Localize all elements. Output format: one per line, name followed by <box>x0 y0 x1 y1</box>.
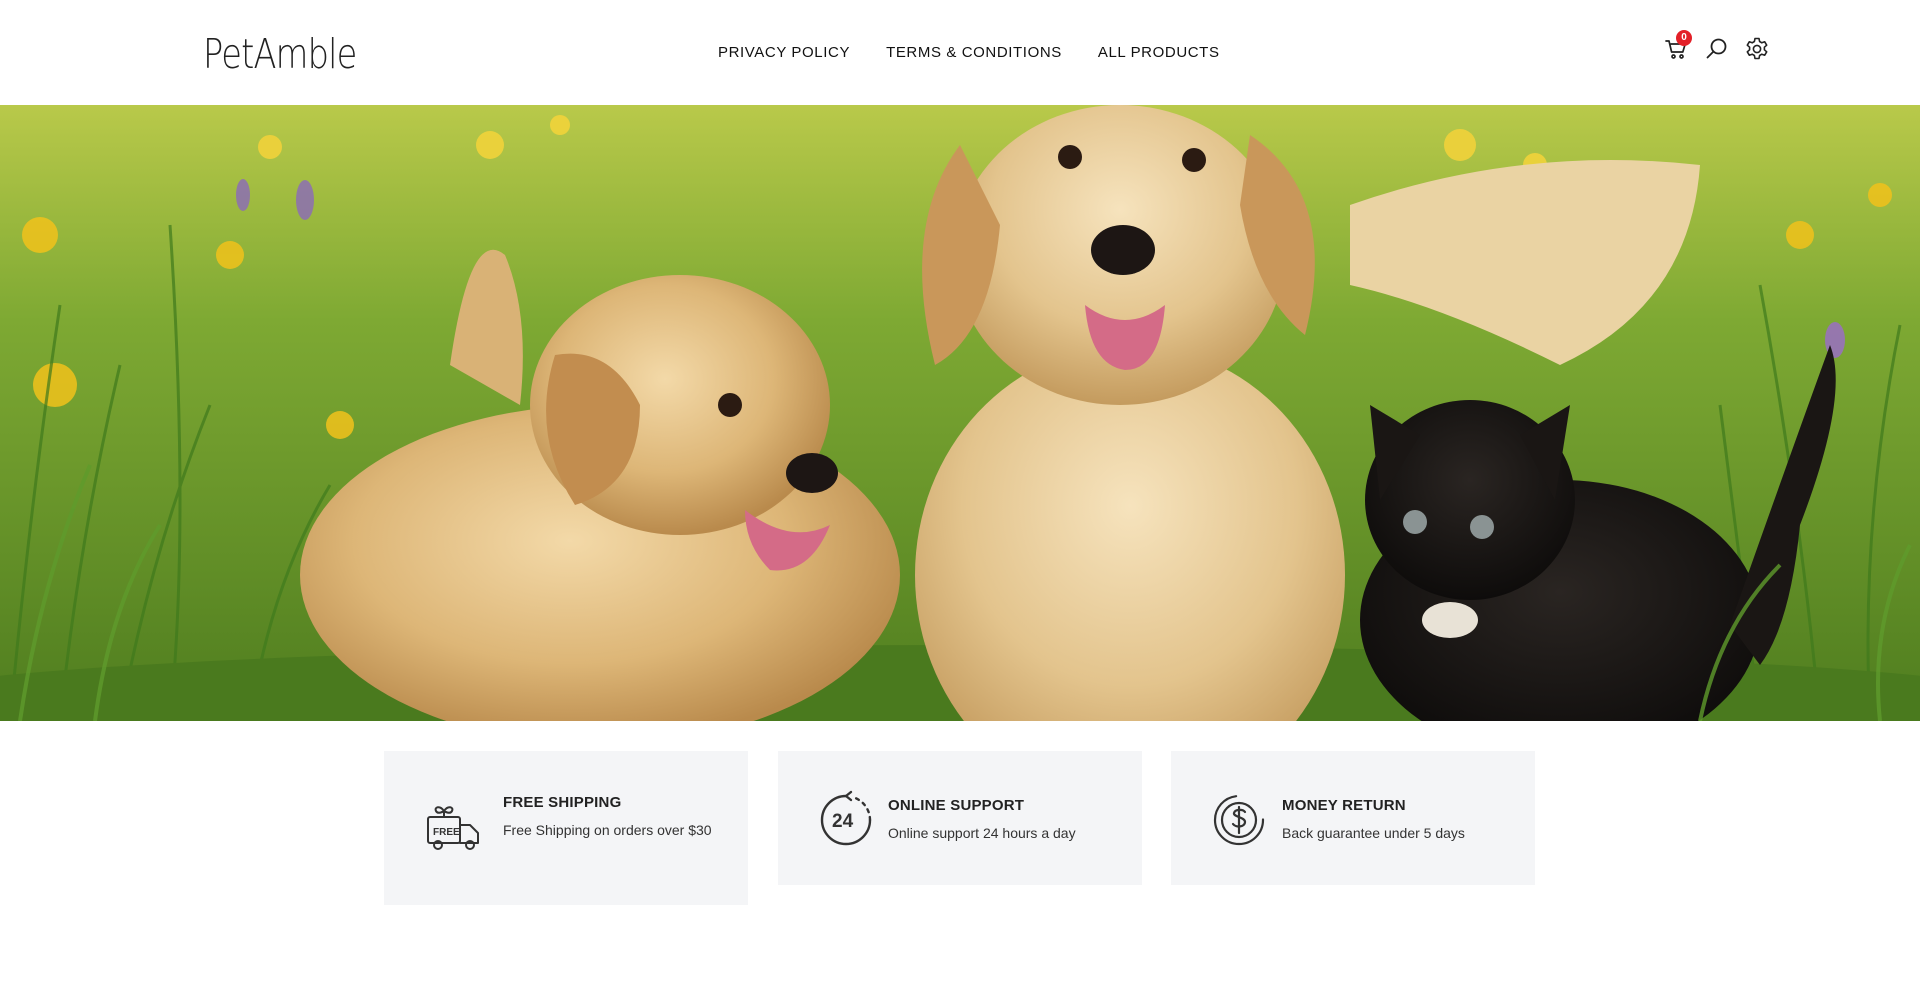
gear-icon <box>1746 37 1768 60</box>
search-button[interactable] <box>1704 36 1730 62</box>
feature-money-return: MONEY RETURN Back guarantee under 5 days <box>1171 751 1535 885</box>
header-actions: 0 <box>1664 30 1774 66</box>
feature-description: Online support 24 hours a day <box>888 825 1076 841</box>
feature-description: Free Shipping on orders over $30 <box>503 822 712 838</box>
nav-privacy-policy[interactable]: PRIVACY POLICY <box>718 44 850 62</box>
24-hour-support-icon: 24 <box>816 790 876 850</box>
feature-title: MONEY RETURN <box>1282 797 1406 814</box>
feature-title: FREE SHIPPING <box>503 794 622 811</box>
hero-banner <box>0 105 1920 721</box>
feature-online-support: 24 ONLINE SUPPORT Online support 24 hour… <box>778 751 1142 885</box>
feature-title: ONLINE SUPPORT <box>888 797 1025 814</box>
settings-button[interactable] <box>1744 36 1770 62</box>
nav-terms-conditions[interactable]: TERMS & CONDITIONS <box>886 44 1062 62</box>
nav-all-products[interactable]: ALL PRODUCTS <box>1098 44 1220 62</box>
feature-free-shipping: FREE FREE SHIPPING Free Shipping on orde… <box>384 751 748 905</box>
feature-text: MONEY RETURN Back guarantee under 5 days <box>1282 797 1522 845</box>
site-header: PetAmble PRIVACY POLICY TERMS & CONDITIO… <box>0 0 1920 105</box>
site-logo[interactable]: PetAmble <box>203 34 357 75</box>
cart-count-badge: 0 <box>1676 30 1692 46</box>
feature-text: FREE SHIPPING Free Shipping on orders ov… <box>503 794 723 842</box>
main-nav: PRIVACY POLICY TERMS & CONDITIONS ALL PR… <box>718 44 1220 62</box>
feature-description: Back guarantee under 5 days <box>1282 825 1465 841</box>
money-return-icon <box>1209 790 1269 850</box>
search-icon <box>1706 38 1727 59</box>
free-delivery-truck-icon: FREE <box>424 799 484 859</box>
svg-text:FREE: FREE <box>433 827 460 838</box>
hero-image <box>0 105 1920 721</box>
cart-button[interactable]: 0 <box>1664 30 1692 62</box>
svg-text:24: 24 <box>832 811 854 832</box>
feature-text: ONLINE SUPPORT Online support 24 hours a… <box>888 797 1128 845</box>
